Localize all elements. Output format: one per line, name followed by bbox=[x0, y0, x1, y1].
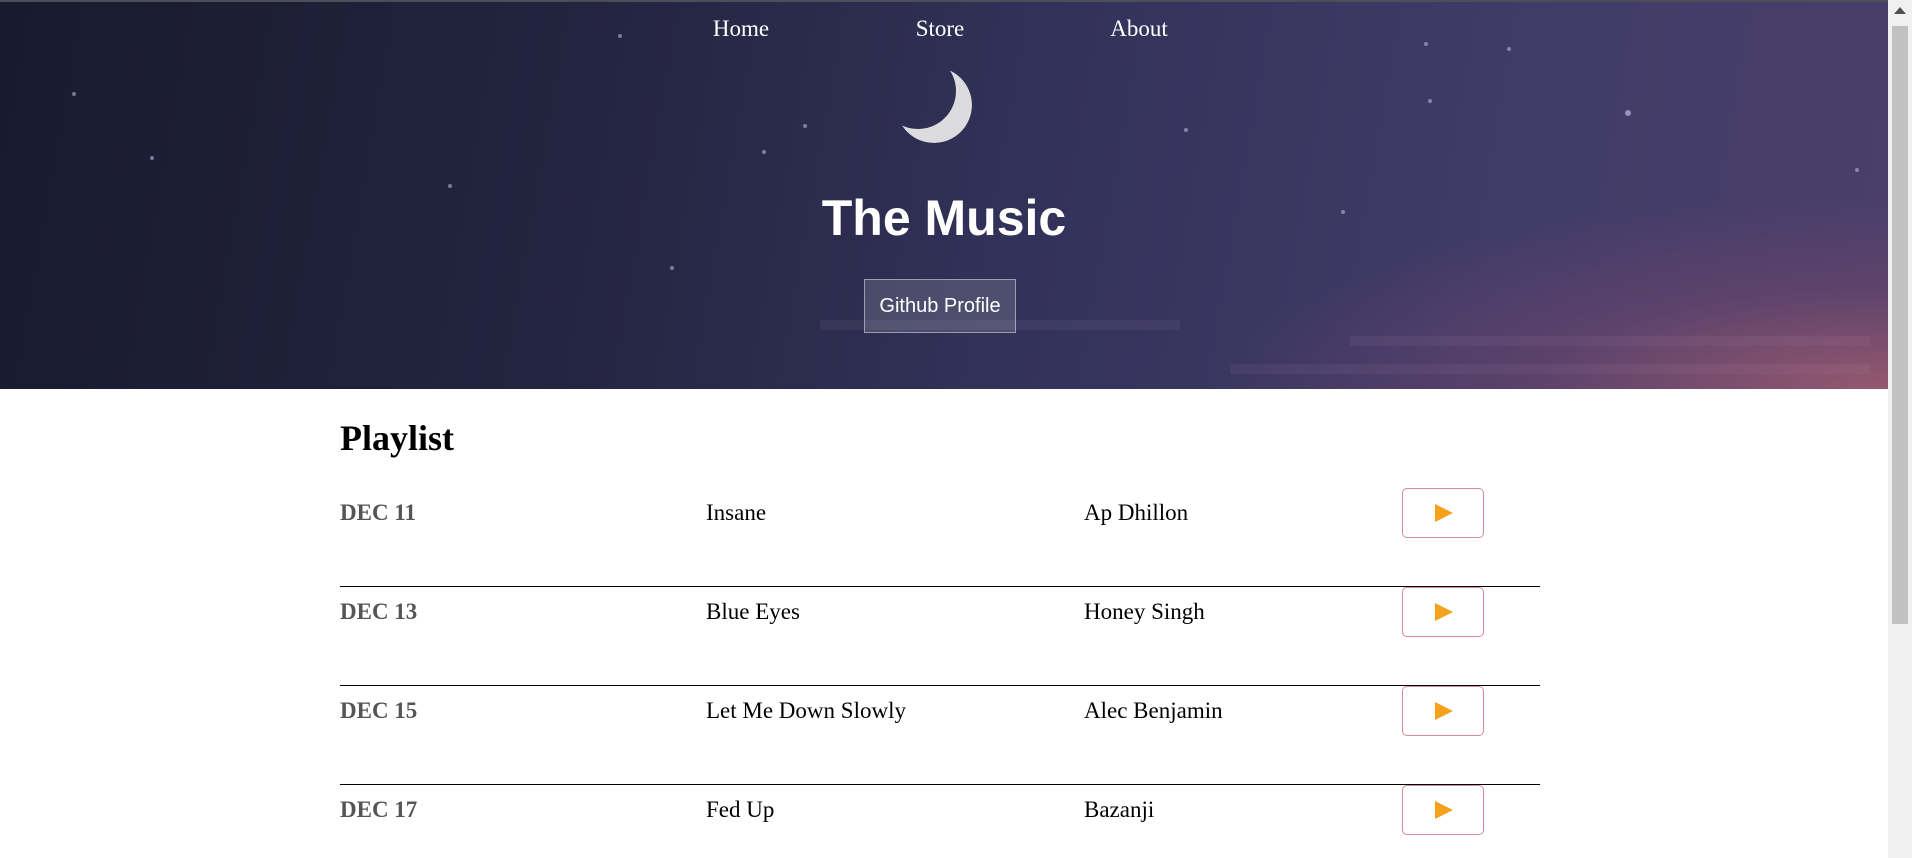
playlist-row: DEC 17 Fed Up Bazanji bbox=[340, 785, 1540, 858]
star-decoration bbox=[1428, 99, 1432, 103]
artist-name: Alec Benjamin bbox=[1084, 698, 1223, 723]
main-nav: Home Store About bbox=[0, 16, 1888, 44]
star-decoration bbox=[1855, 168, 1859, 172]
playlist-row: DEC 11 Insane Ap Dhillon bbox=[340, 488, 1540, 587]
artist-name: Ap Dhillon bbox=[1084, 500, 1189, 525]
scrollbar-thumb[interactable] bbox=[1892, 26, 1908, 624]
nav-link-home[interactable]: Home bbox=[713, 16, 769, 42]
play-icon bbox=[1435, 603, 1453, 621]
event-date: DEC 15 bbox=[340, 698, 418, 723]
hero-banner: Home Store About The Music Github Profil… bbox=[0, 0, 1888, 389]
playlist-row: DEC 15 Let Me Down Slowly Alec Benjamin bbox=[340, 686, 1540, 785]
song-title: Blue Eyes bbox=[706, 599, 800, 624]
event-date: DEC 11 bbox=[340, 500, 417, 525]
play-button[interactable] bbox=[1402, 488, 1484, 538]
play-icon bbox=[1435, 801, 1453, 819]
star-decoration bbox=[1507, 47, 1511, 51]
star-decoration bbox=[150, 156, 154, 160]
haze-decoration bbox=[1350, 336, 1870, 346]
page: Home Store About The Music Github Profil… bbox=[0, 0, 1888, 858]
song-title: Fed Up bbox=[706, 797, 775, 822]
play-button[interactable] bbox=[1402, 587, 1484, 637]
event-date: DEC 13 bbox=[340, 599, 418, 624]
haze-decoration bbox=[1230, 364, 1870, 374]
star-decoration bbox=[670, 266, 674, 270]
nav-link-about[interactable]: About bbox=[1110, 16, 1168, 42]
star-decoration bbox=[72, 92, 76, 96]
play-icon bbox=[1435, 504, 1453, 522]
playlist-title: Playlist bbox=[340, 418, 454, 458]
song-title: Let Me Down Slowly bbox=[706, 698, 906, 723]
song-title: Insane bbox=[706, 500, 767, 525]
playlist-list: DEC 11 Insane Ap Dhillon DEC 13 Blue Eye… bbox=[340, 488, 1540, 858]
play-button[interactable] bbox=[1402, 785, 1484, 835]
event-date: DEC 17 bbox=[340, 797, 418, 822]
nav-link-store[interactable]: Store bbox=[916, 16, 965, 42]
play-button[interactable] bbox=[1402, 686, 1484, 736]
star-decoration bbox=[1184, 128, 1188, 132]
star-decoration bbox=[803, 124, 807, 128]
github-profile-button[interactable]: Github Profile bbox=[864, 279, 1016, 333]
play-icon bbox=[1435, 702, 1453, 720]
artist-name: Bazanji bbox=[1084, 797, 1155, 822]
artist-name: Honey Singh bbox=[1084, 599, 1205, 624]
playlist-row: DEC 13 Blue Eyes Honey Singh bbox=[340, 587, 1540, 686]
vertical-scrollbar[interactable] bbox=[1888, 0, 1912, 858]
crescent-moon-icon bbox=[896, 67, 972, 143]
star-decoration bbox=[762, 150, 766, 154]
scroll-up-arrow-icon[interactable] bbox=[1894, 7, 1906, 14]
page-title: The Music bbox=[821, 190, 1067, 246]
star-decoration bbox=[1625, 110, 1631, 116]
